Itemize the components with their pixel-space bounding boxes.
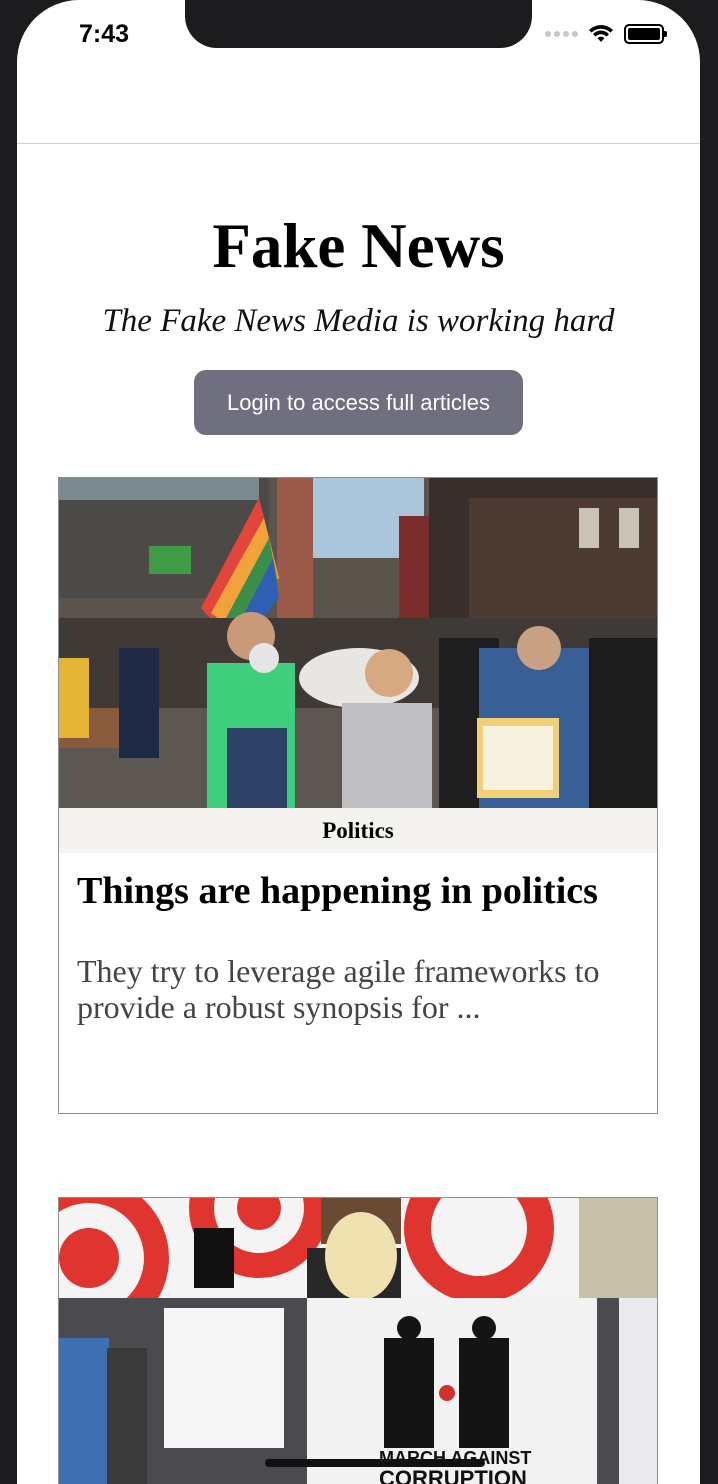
site-tagline: The Fake News Media is working hard: [102, 303, 615, 339]
status-time: 7:43: [79, 20, 130, 48]
article-headline[interactable]: Things are happening in politics: [77, 869, 639, 915]
article-card[interactable]: MARCH AGAINST CORRUPTION: [58, 1197, 658, 1484]
article-card[interactable]: Politics Things are happening in politic…: [58, 477, 658, 1114]
signal-icon: [545, 31, 578, 37]
article-photo-protest[interactable]: [59, 478, 657, 808]
article-photo-march[interactable]: MARCH AGAINST CORRUPTION: [59, 1198, 657, 1484]
site-title: Fake News: [212, 211, 505, 281]
wifi-icon: [589, 25, 613, 42]
article-excerpt: They try to leverage agile frameworks to…: [77, 952, 600, 1026]
phone-screen: 7:43 Fake News The Fake News Media is wo…: [17, 0, 700, 1484]
device-notch: [185, 0, 532, 48]
nav-bar-divider: [17, 143, 700, 144]
status-icons: [545, 24, 667, 44]
login-button[interactable]: Login to access full articles: [194, 370, 523, 435]
home-indicator[interactable]: [265, 1459, 485, 1467]
article-category: Politics: [59, 808, 657, 853]
sign-text-bottom: CORRUPTION: [379, 1466, 527, 1484]
battery-icon: [624, 24, 667, 44]
